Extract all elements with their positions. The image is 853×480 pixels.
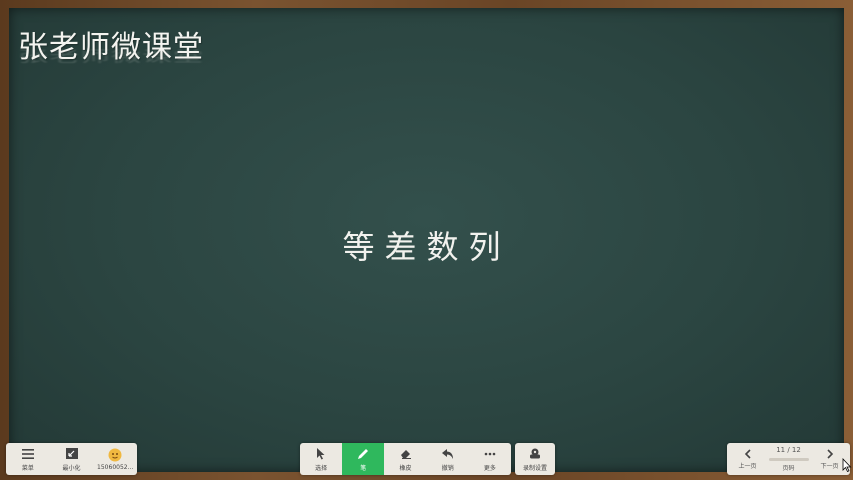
avatar-icon [108,448,122,462]
prev-page-button[interactable]: 上一页 [727,443,768,475]
more-label: 更多 [483,464,496,472]
pen-icon [357,447,369,461]
lesson-heading: 等差数列 [342,228,511,266]
minimize-button[interactable]: 最小化 [50,443,94,475]
eraser-icon [400,447,412,461]
page-indicator[interactable]: 11 / 12 页码 [768,443,809,475]
minimize-label: 最小化 [62,464,81,472]
record-toolbar: 录制设置 [515,443,555,475]
pen-tool-button[interactable]: 笔 [342,443,385,475]
more-button[interactable]: 更多 [469,443,511,475]
chevron-left-icon [744,448,752,461]
eraser-tool-button[interactable]: 橡皮 [384,443,426,475]
next-page-label: 下一页 [820,462,839,470]
user-button[interactable]: 15060052... [93,443,137,475]
tools-toolbar: 选择 笔 橡皮 撤销 更多 [300,443,511,475]
prev-page-label: 上一页 [738,462,757,470]
chevron-right-icon [826,448,834,461]
page-progress-bar [768,458,809,461]
minimize-icon [65,447,78,461]
select-tool-label: 选择 [315,464,328,472]
mouse-cursor-icon [842,458,852,472]
undo-button[interactable]: 撤销 [427,443,469,475]
board-title-reflection: 张老师微课堂 [18,48,204,66]
pointer-icon [316,447,326,461]
pagination-toolbar: 上一页 11 / 12 页码 下一页 [727,443,850,475]
record-settings-label: 录制设置 [522,464,547,472]
select-tool-button[interactable]: 选择 [300,443,342,475]
page-number: 11 / 12 [776,446,801,454]
menu-button[interactable]: 菜单 [6,443,50,475]
pen-tool-label: 笔 [360,464,367,472]
eraser-tool-label: 橡皮 [399,464,412,472]
menu-label: 菜单 [21,464,34,472]
record-settings-button[interactable]: 录制设置 [515,443,555,475]
user-id-label: 15060052... [97,463,134,471]
undo-icon [441,447,454,461]
page-label: 页码 [782,465,795,472]
more-icon [484,447,496,461]
undo-label: 撤销 [441,464,454,472]
menu-icon [21,447,34,461]
left-toolbar: 菜单 最小化 15060052... [6,443,137,475]
record-icon [528,447,542,461]
